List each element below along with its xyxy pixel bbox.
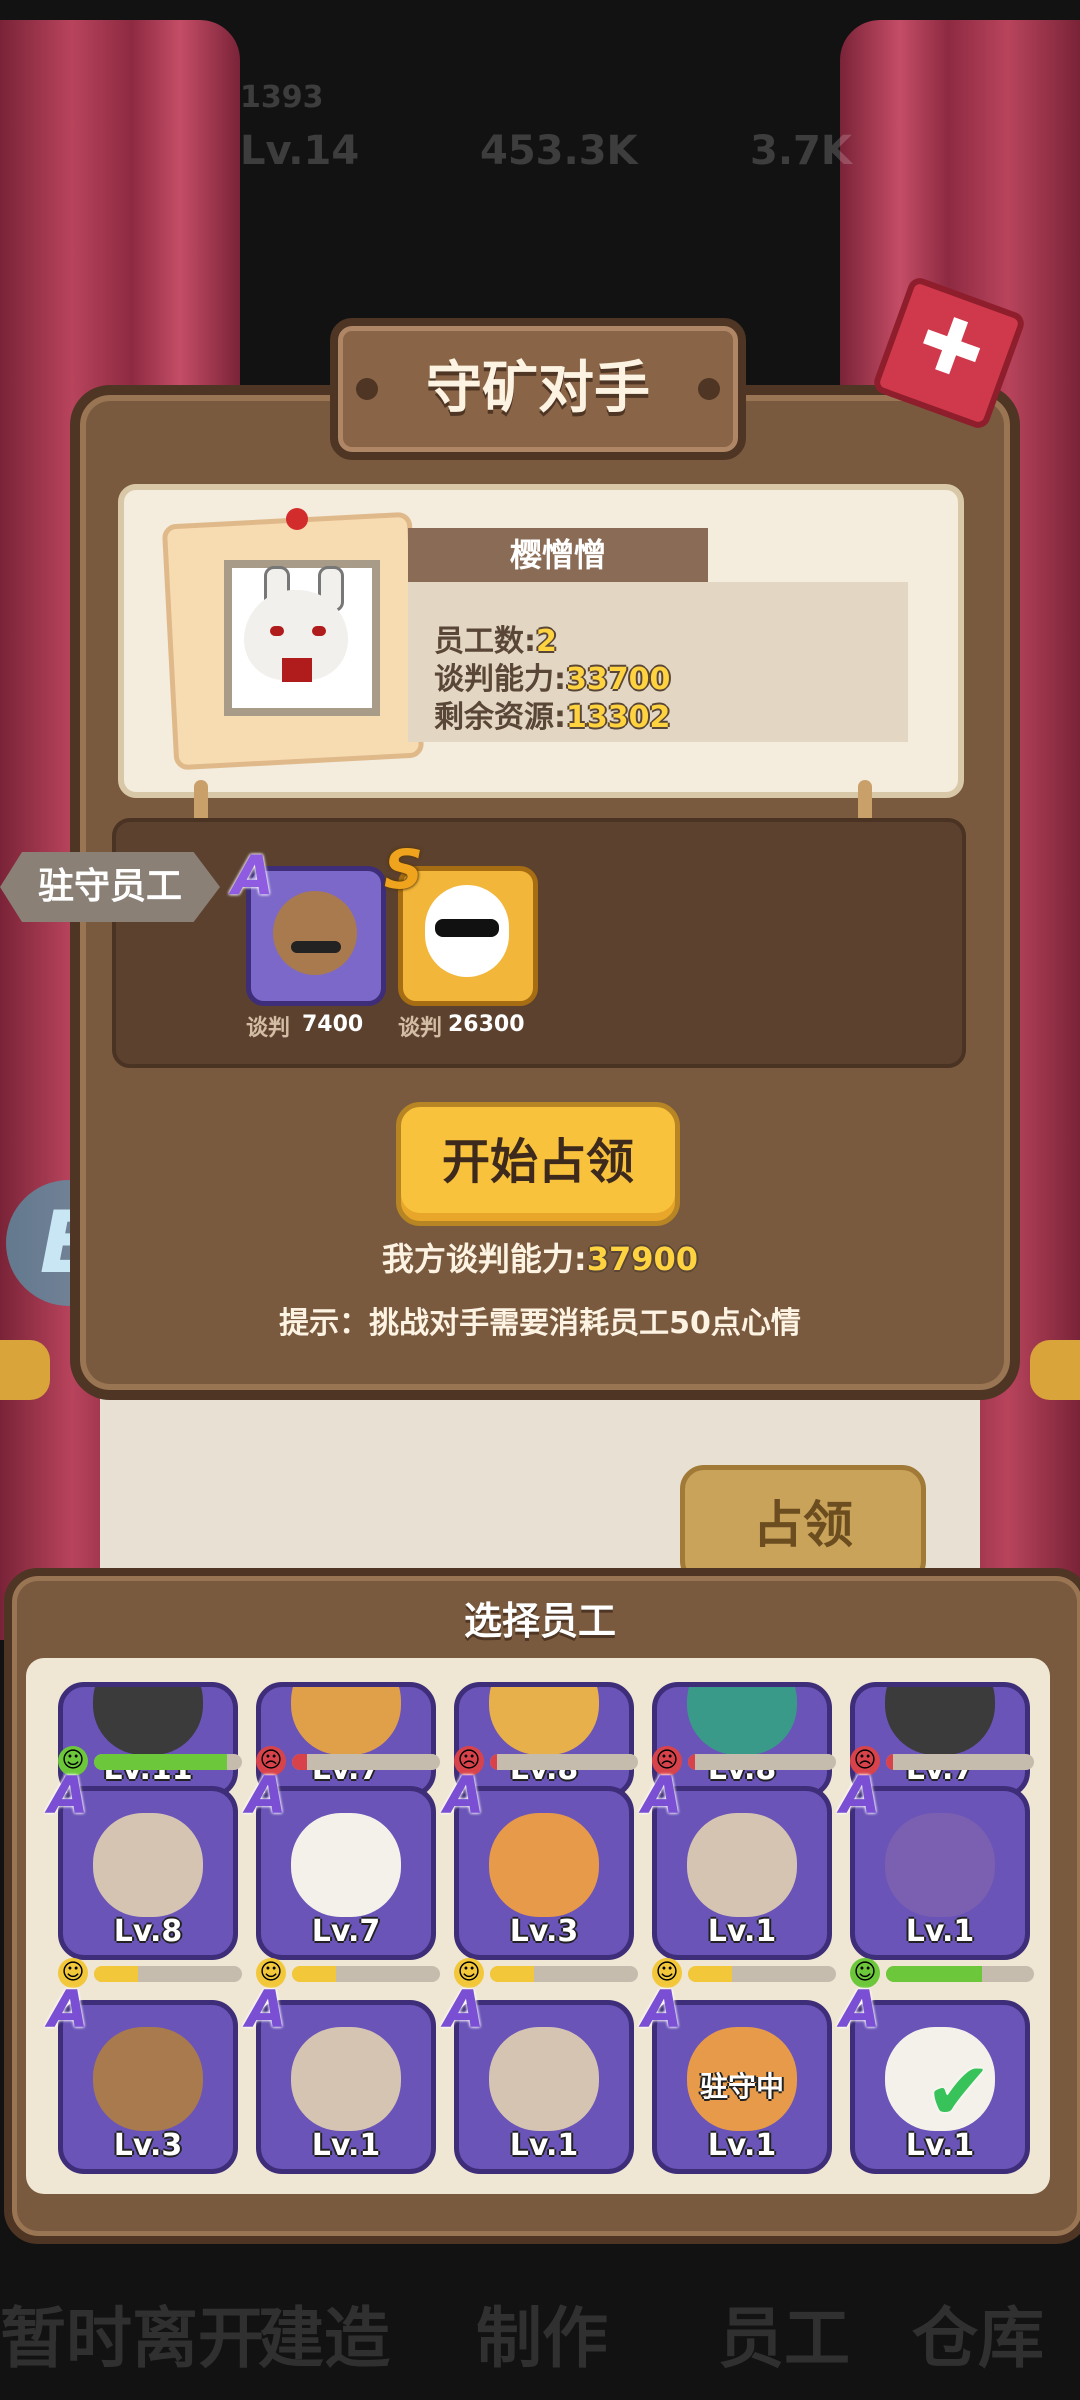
curtain-tie-left (0, 1340, 50, 1400)
nav-item-build: 建造 (258, 2300, 390, 2377)
bear-face-icon (273, 891, 357, 975)
staff-face-icon (885, 1813, 995, 1917)
staff-face-icon (489, 1813, 599, 1917)
staff-level: Lv.8 (113, 1914, 183, 1949)
nav-item-staff: 员工 (718, 2300, 850, 2377)
mood-bar (292, 1966, 440, 1982)
staff-rank: A (642, 1766, 683, 1826)
mood-bar (292, 1754, 440, 1770)
staff-rank: A (840, 1766, 881, 1826)
opponent-name: 樱憎憎 (408, 528, 708, 582)
staff-level: Lv.1 (311, 2128, 381, 2163)
staff-level: Lv.1 (707, 1914, 777, 1949)
staff-rank: A (444, 1766, 485, 1826)
staff-rank: A (840, 1980, 881, 2040)
staff-rank: A (246, 1980, 287, 2040)
tie-icon (282, 658, 312, 682)
resource-top-bar: 1393 Lv.14 453.3K 3.7K (230, 70, 852, 180)
mood-bar (886, 1754, 1034, 1770)
mood-bar (490, 1966, 638, 1982)
nav-item-leave: 暂时离开 (0, 2300, 264, 2377)
background-claim-button: 占领 (680, 1465, 926, 1585)
our-power-value: 37900 (586, 1240, 699, 1278)
staff-face-icon (291, 1813, 401, 1917)
staff-level: Lv.1 (509, 2128, 579, 2163)
rabbit-eye-icon (270, 626, 284, 636)
staff-rank: A (48, 1980, 89, 2040)
on-guard-tag: 驻守中 (699, 2070, 784, 2103)
guard-stat-value: 7400 (302, 1012, 364, 1037)
staff-level: Lv.1 (707, 2128, 777, 2163)
mustache-icon (291, 941, 341, 953)
guard-rank: A (232, 844, 274, 907)
staff-rank: A (444, 1980, 485, 2040)
mood-bar-fill (292, 1754, 307, 1770)
staff-rank: A (48, 1766, 89, 1826)
mood-bar (94, 1754, 242, 1770)
staff-face-icon (93, 2027, 203, 2131)
staff-face-icon (291, 1687, 401, 1755)
sunglasses-icon (435, 919, 499, 937)
mood-bar-fill (490, 1966, 535, 1982)
mood-bar-fill (292, 1966, 337, 1982)
staff-level: Lv.3 (113, 2128, 183, 2163)
remaining-label: 剩余资源: (434, 700, 566, 735)
mood-bar (688, 1966, 836, 1982)
guard-stat-value: 26300 (448, 1012, 525, 1037)
staff-face-icon (93, 1687, 203, 1755)
staff-rank: A (246, 1766, 287, 1826)
mood-bar-fill (886, 1966, 983, 1982)
top-bar-item: 1393 (240, 80, 324, 115)
staff-face-icon (93, 1813, 203, 1917)
nav-item-craft: 制作 (476, 2300, 608, 2377)
staff-level: Lv.7 (311, 1914, 381, 1949)
guard-stat-label: 谈判 (246, 1016, 291, 1041)
curtain-tie-right (1030, 1340, 1080, 1400)
bottom-nav: 暂时离开 建造 制作 员工 仓库 (0, 2230, 1080, 2400)
staff-face-icon (687, 1813, 797, 1917)
mood-bar (94, 1966, 242, 1982)
rabbit-eye-icon (312, 626, 326, 636)
start-occupy-button[interactable]: 开始占领 (396, 1102, 680, 1226)
mood-bar (886, 1966, 1034, 1982)
select-staff-title: 选择员工 (463, 1599, 616, 1643)
staff-face-icon (687, 1687, 797, 1755)
pushpin-icon (286, 508, 308, 530)
staff-face-icon (489, 1687, 599, 1755)
tip-text: 提示：挑战对手需要消耗员工50点心情 (279, 1306, 801, 1341)
our-power-label: 我方谈判能力: (381, 1240, 587, 1278)
mood-bar-fill (94, 1754, 228, 1770)
top-bar-item: 3.7K (750, 128, 852, 174)
bolt-icon (698, 378, 720, 400)
staff-level: Lv.1 (905, 1914, 975, 1949)
dialog-title-plate: 守矿对手 (330, 318, 746, 460)
our-power-row: 我方谈判能力:37900 (0, 1234, 1080, 1280)
staff-face-icon (885, 1687, 995, 1755)
dialog-title: 守矿对手 (426, 356, 650, 421)
checkmark-icon: ✔ (925, 2045, 993, 2138)
remaining-row: 剩余资源:13302 (434, 692, 670, 736)
guard-stat-label: 谈判 (398, 1016, 443, 1041)
nav-item-storage: 仓库 (912, 2300, 1044, 2377)
mood-bar-fill (688, 1966, 733, 1982)
top-bar-item: Lv.14 (240, 128, 360, 174)
staff-face-icon (291, 2027, 401, 2131)
guards-sign: 驻守员工 (0, 852, 220, 922)
top-bar-item: 453.3K (480, 128, 638, 174)
mood-bar-fill (94, 1966, 139, 1982)
remaining-value: 13302 (566, 700, 671, 735)
guard-rank: S (384, 838, 423, 901)
staff-face-icon (489, 2027, 599, 2131)
mood-bar (490, 1754, 638, 1770)
staff-level: Lv.3 (509, 1914, 579, 1949)
mood-bar (688, 1754, 836, 1770)
staff-rank: A (642, 1980, 683, 2040)
